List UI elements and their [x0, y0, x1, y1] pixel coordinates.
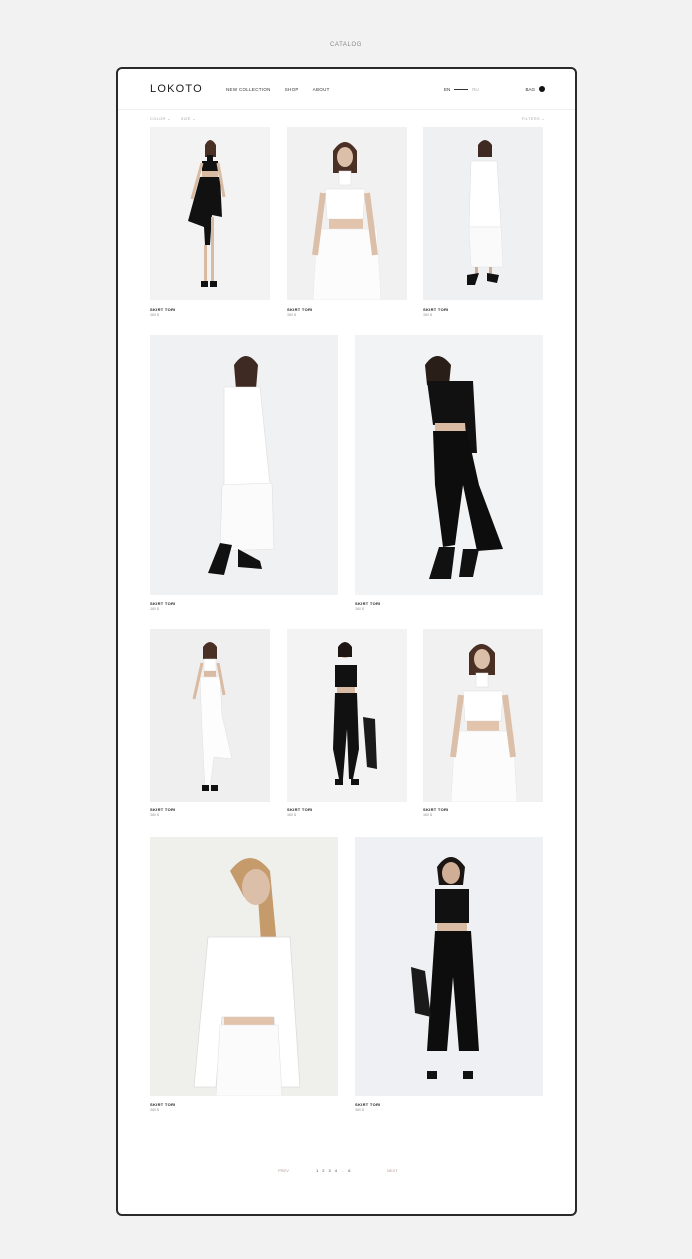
color-filter[interactable]: COLOR ⌄ — [150, 116, 171, 121]
product-name[interactable]: SKIRT TORI — [423, 307, 449, 312]
product-card[interactable]: SKIRT TORI 380 $ — [423, 629, 543, 819]
nav-about[interactable]: ABOUT — [313, 87, 330, 92]
product-photo[interactable] — [355, 837, 543, 1096]
prev-page-link[interactable]: PREV — [278, 1168, 289, 1173]
browser-frame: LOKOTO NEW COLLECTION SHOP ABOUT EN RU B… — [116, 67, 577, 1216]
product-photo[interactable] — [150, 335, 338, 595]
product-price: 380 $ — [423, 813, 432, 817]
product-card[interactable]: SKIRT TORI 380 $ — [287, 629, 407, 819]
product-name[interactable]: SKIRT TORI — [150, 1102, 176, 1107]
page-1[interactable]: 1 — [316, 1168, 318, 1173]
product-card[interactable]: SKIRT TORI 380 $ — [150, 127, 270, 319]
product-price: 380 $ — [355, 1108, 364, 1112]
product-photo[interactable] — [423, 629, 543, 802]
product-card[interactable]: SKIRT TORI 380 $ — [287, 127, 407, 319]
product-photo[interactable] — [355, 335, 543, 595]
header-divider — [118, 109, 575, 110]
page-2[interactable]: 2 — [322, 1168, 324, 1173]
page-6[interactable]: 6 — [348, 1168, 350, 1173]
product-price: 380 $ — [150, 607, 159, 611]
product-name[interactable]: SKIRT TORI — [150, 307, 176, 312]
main-nav: NEW COLLECTION SHOP ABOUT — [226, 87, 330, 92]
product-card[interactable]: SKIRT TORI 380 $ — [355, 837, 543, 1117]
product-price: 380 $ — [287, 813, 296, 817]
bag-label: BAG — [525, 86, 535, 92]
product-price: 380 $ — [150, 813, 159, 817]
nav-shop[interactable]: SHOP — [285, 87, 299, 92]
page-4[interactable]: 4 — [335, 1168, 337, 1173]
product-card[interactable]: SKIRT TORI 380 $ — [355, 335, 543, 615]
product-photo[interactable] — [150, 629, 270, 802]
page-ellipsis: ... — [340, 1168, 345, 1173]
product-name[interactable]: SKIRT TORI — [150, 807, 176, 812]
product-card[interactable]: SKIRT TORI 380 $ — [423, 127, 543, 319]
lang-en[interactable]: EN — [444, 87, 450, 92]
product-photo[interactable] — [150, 837, 338, 1096]
product-photo[interactable] — [287, 127, 407, 300]
page-numbers: 1 2 3 4 ... 6 — [316, 1168, 351, 1173]
product-price: 380 $ — [150, 313, 159, 317]
next-page-link[interactable]: NEXT — [387, 1168, 398, 1173]
filter-bar: COLOR ⌄ SIZE ⌄ FILTERS ⌄ — [150, 116, 545, 124]
page-3[interactable]: 3 — [328, 1168, 330, 1173]
pagination: PREV 1 2 3 4 ... 6 NEXT — [118, 1168, 575, 1176]
lang-ru[interactable]: RU — [472, 87, 479, 92]
language-switch[interactable]: EN RU — [444, 87, 479, 92]
product-name[interactable]: SKIRT TORI — [287, 307, 313, 312]
product-card[interactable]: SKIRT TORI 380 $ — [150, 335, 338, 615]
product-price: 380 $ — [423, 313, 432, 317]
lang-divider — [454, 89, 469, 90]
product-price: 380 $ — [287, 313, 296, 317]
bag-button[interactable]: BAG — [525, 86, 545, 92]
product-card[interactable]: SKIRT TORI 380 $ — [150, 629, 270, 819]
bag-dot-icon — [539, 86, 545, 92]
product-photo[interactable] — [287, 629, 407, 802]
product-name[interactable]: SKIRT TORI — [355, 1102, 381, 1107]
product-name[interactable]: SKIRT TORI — [287, 807, 313, 812]
logo[interactable]: LOKOTO — [150, 83, 203, 95]
product-price: 380 $ — [150, 1108, 159, 1112]
product-name[interactable]: SKIRT TORI — [355, 601, 381, 606]
nav-new-collection[interactable]: NEW COLLECTION — [226, 87, 271, 92]
site-header: LOKOTO NEW COLLECTION SHOP ABOUT EN RU B… — [150, 83, 545, 99]
product-price: 380 $ — [355, 607, 364, 611]
size-filter[interactable]: SIZE ⌄ — [181, 116, 196, 121]
product-photo[interactable] — [150, 127, 270, 300]
filters-dropdown[interactable]: FILTERS ⌄ — [522, 116, 545, 121]
product-name[interactable]: SKIRT TORI — [150, 601, 176, 606]
product-photo[interactable] — [423, 127, 543, 300]
product-card[interactable]: SKIRT TORI 380 $ — [150, 837, 338, 1117]
page-caption: CATALOG — [330, 42, 362, 48]
product-name[interactable]: SKIRT TORI — [423, 807, 449, 812]
